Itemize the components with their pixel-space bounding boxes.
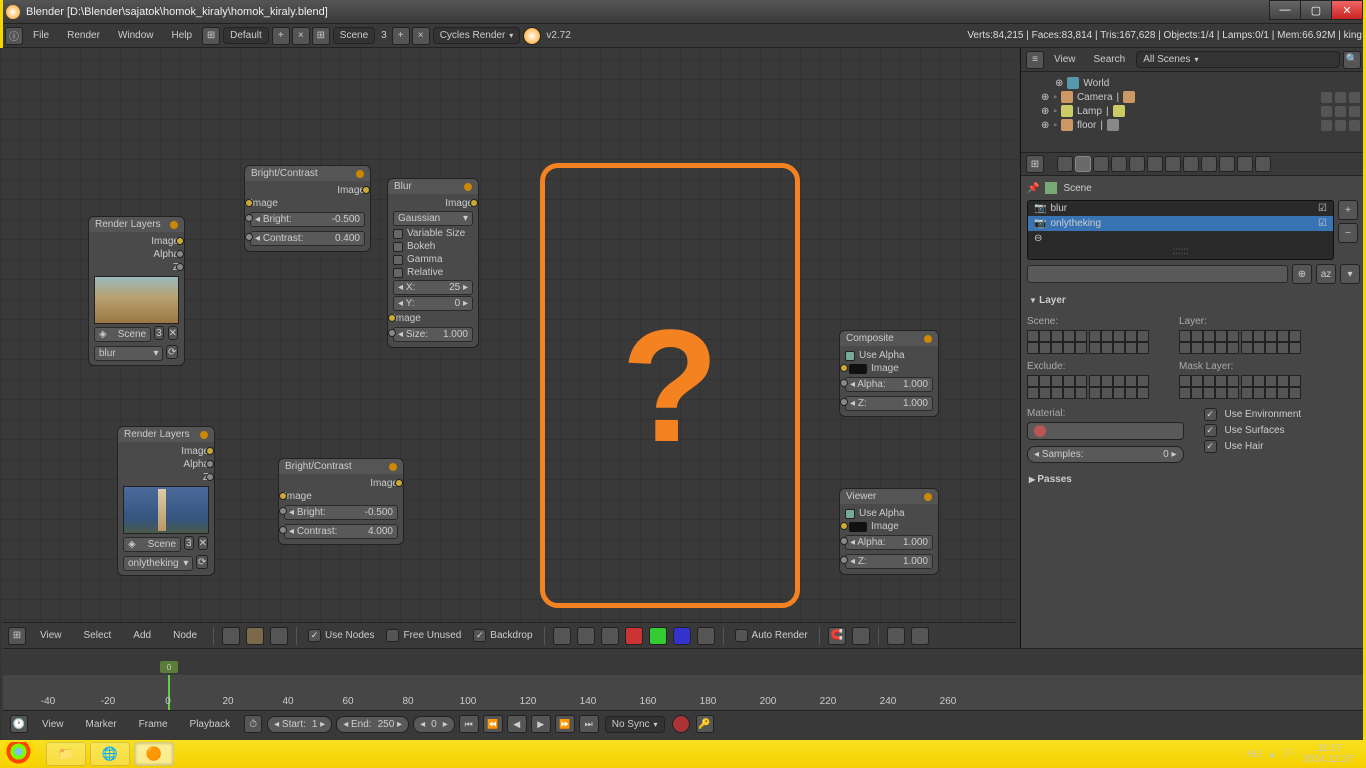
node-editor-header: ⊞ View Select Add Node Use Nodes Free Un… xyxy=(3,622,1016,648)
nodebar-select[interactable]: Select xyxy=(76,628,120,643)
tray-lang[interactable]: HU xyxy=(1247,749,1261,760)
view-alpha[interactable]: ◂ Alpha:1.000 xyxy=(845,535,933,550)
use-nodes-check[interactable]: Use Nodes xyxy=(308,629,374,642)
bright-field[interactable]: ◂ Bright:-0.500 xyxy=(250,212,365,227)
sync-dropdown[interactable]: No Sync▾ xyxy=(605,716,665,733)
list-item[interactable]: 📷onlytheking☑ xyxy=(1028,216,1333,231)
contrast-field[interactable]: ◂ Contrast:0.400 xyxy=(250,231,365,246)
jump-end-button[interactable]: ⏭ xyxy=(579,715,599,733)
blur-type[interactable]: Gaussian▾ xyxy=(393,211,473,226)
system-tray[interactable]: HU ▴🏳 11:17 2014.12.27. xyxy=(1247,743,1362,765)
jump-start-button[interactable]: ⏮ xyxy=(459,715,479,733)
blur-size[interactable]: ◂ Size:1.000 xyxy=(393,327,473,342)
tray-flag-icon[interactable]: 🏳 xyxy=(1282,749,1295,760)
keyframe-next-button[interactable]: ⏩ xyxy=(555,715,575,733)
snap-type-icon[interactable] xyxy=(852,627,870,645)
channel-rgb-icon[interactable] xyxy=(577,627,595,645)
timeline-header: 🕐 View Marker Frame Playback ⏱ ◂ Start:1… xyxy=(3,711,1363,737)
timeline-editor: 0 -40-200 204060 80100120 140160180 2002… xyxy=(3,648,1363,740)
tree-type-shader-icon[interactable] xyxy=(222,627,240,645)
node-viewer[interactable]: Viewer Use Alpha Image ◂ Alpha:1.000 ◂ Z… xyxy=(839,488,939,575)
blur-x[interactable]: ◂ X:25 ▸ xyxy=(393,280,473,295)
current-frame-marker[interactable]: 0 xyxy=(160,661,178,673)
paste-nodes-icon[interactable] xyxy=(911,627,929,645)
backdrop-check[interactable]: Backdrop xyxy=(473,629,532,642)
node-blur[interactable]: Blur Image Gaussian▾ Variable Size Bokeh… xyxy=(387,178,479,348)
scene-select[interactable]: ◈Scene xyxy=(94,327,151,342)
tl-playback[interactable]: Playback xyxy=(182,717,239,732)
record-button[interactable] xyxy=(672,715,690,733)
range-icon[interactable]: ⏱ xyxy=(244,715,262,733)
channel-z-icon[interactable] xyxy=(697,627,715,645)
add-layer-button[interactable]: + xyxy=(1338,200,1358,220)
render-layers-list[interactable]: 📷blur☑ 📷onlytheking☑ ⊖ :::::: xyxy=(1027,200,1334,260)
start-button[interactable] xyxy=(4,742,40,766)
comp-alpha[interactable]: ◂ Alpha:1.000 xyxy=(845,377,933,392)
timeline-ruler: -40-200 204060 80100120 140160180 200220… xyxy=(3,696,1363,710)
refresh-icon-2[interactable]: ⟳ xyxy=(196,555,208,569)
timeline-editor-icon[interactable]: 🕐 xyxy=(10,715,28,733)
timeline-strip[interactable]: 0 -40-200 204060 80100120 140160180 2002… xyxy=(3,675,1363,711)
tree-type-texture-icon[interactable] xyxy=(270,627,288,645)
channel-alpha-icon[interactable] xyxy=(601,627,619,645)
task-chrome-icon[interactable]: 🌐 xyxy=(90,742,130,766)
nodebar-add[interactable]: Add xyxy=(125,628,159,643)
node-render-layers-2[interactable]: Render Layers Image Alpha Z ◈Scene3✕ onl… xyxy=(117,426,215,576)
tray-date[interactable]: 2014.12.27. xyxy=(1303,754,1356,765)
layer-select[interactable]: blur▾ xyxy=(94,346,163,361)
view-z[interactable]: ◂ Z:1.000 xyxy=(845,554,933,569)
node-composite[interactable]: Composite Use Alpha Image ◂ Alpha:1.000 … xyxy=(839,330,939,417)
unlink-icon[interactable]: ✕ xyxy=(168,326,178,340)
maximize-button[interactable]: ▢ xyxy=(1300,0,1332,20)
tree-type-compositing-icon[interactable] xyxy=(246,627,264,645)
current-frame[interactable]: ◂0▸ xyxy=(413,716,455,733)
comp-z[interactable]: ◂ Z:1.000 xyxy=(845,396,933,411)
tl-view[interactable]: View xyxy=(34,717,72,732)
channel-g-icon[interactable] xyxy=(649,627,667,645)
tl-frame[interactable]: Frame xyxy=(131,717,176,732)
keyframe-prev-button[interactable]: ⏪ xyxy=(483,715,503,733)
node-render-layers-1[interactable]: Render Layers Image Alpha Z ◈Scene3✕ blu… xyxy=(88,216,185,366)
windows-taskbar: 📁 🌐 🟠 HU ▴🏳 11:17 2014.12.27. xyxy=(0,740,1366,768)
tray-time[interactable]: 11:17 xyxy=(1303,743,1356,754)
node-editor-icon[interactable]: ⊞ xyxy=(8,627,26,645)
list-item-collapse[interactable]: ⊖ xyxy=(1028,231,1333,246)
snap-icon[interactable]: 🧲 xyxy=(828,627,846,645)
copy-nodes-icon[interactable] xyxy=(887,627,905,645)
render-thumb-2 xyxy=(123,486,209,534)
render-thumb-1 xyxy=(94,276,179,324)
keying-set-icon[interactable]: 🔑 xyxy=(696,715,714,733)
node-bright-contrast-1[interactable]: Bright/Contrast Image Image ◂ Bright:-0.… xyxy=(244,165,371,252)
bright-field-2[interactable]: ◂ Bright:-0.500 xyxy=(284,505,398,520)
auto-render-check[interactable]: Auto Render xyxy=(735,629,808,642)
start-frame[interactable]: ◂ Start:1 ▸ xyxy=(267,716,332,733)
remove-layer-button[interactable]: − xyxy=(1338,223,1358,243)
blur-y[interactable]: ◂ Y:0 ▸ xyxy=(393,296,473,311)
nodebar-view[interactable]: View xyxy=(32,628,70,643)
annotation-question-box: ? xyxy=(540,163,800,608)
channel-b-icon[interactable] xyxy=(673,627,691,645)
play-reverse-button[interactable]: ◀ xyxy=(507,715,527,733)
nodebar-node[interactable]: Node xyxy=(165,628,205,643)
contrast-field-2[interactable]: ◂ Contrast:4.000 xyxy=(284,524,398,539)
scene-select-2[interactable]: ◈Scene xyxy=(123,537,181,552)
minimize-button[interactable]: — xyxy=(1269,0,1301,20)
close-button[interactable]: ✕ xyxy=(1331,0,1363,20)
refresh-icon[interactable]: ⟳ xyxy=(166,345,178,359)
end-frame[interactable]: ◂ End:250 ▸ xyxy=(336,716,409,733)
unlink-icon-2[interactable]: ✕ xyxy=(198,536,208,550)
list-item[interactable]: 📷blur☑ xyxy=(1028,201,1333,216)
num-icon-2[interactable]: 3 xyxy=(184,536,194,550)
task-blender-icon[interactable]: 🟠 xyxy=(134,742,174,766)
channel-rgba-icon[interactable] xyxy=(553,627,571,645)
layer-select-2[interactable]: onlytheking▾ xyxy=(123,556,193,571)
play-button[interactable]: ▶ xyxy=(531,715,551,733)
task-explorer-icon[interactable]: 📁 xyxy=(46,742,86,766)
node-bright-contrast-2[interactable]: Bright/Contrast Image Image ◂ Bright:-0.… xyxy=(278,458,404,545)
num-icon[interactable]: 3 xyxy=(154,326,164,340)
free-unused-check[interactable]: Free Unused xyxy=(386,629,461,642)
tl-marker[interactable]: Marker xyxy=(78,717,125,732)
channel-r-icon[interactable] xyxy=(625,627,643,645)
